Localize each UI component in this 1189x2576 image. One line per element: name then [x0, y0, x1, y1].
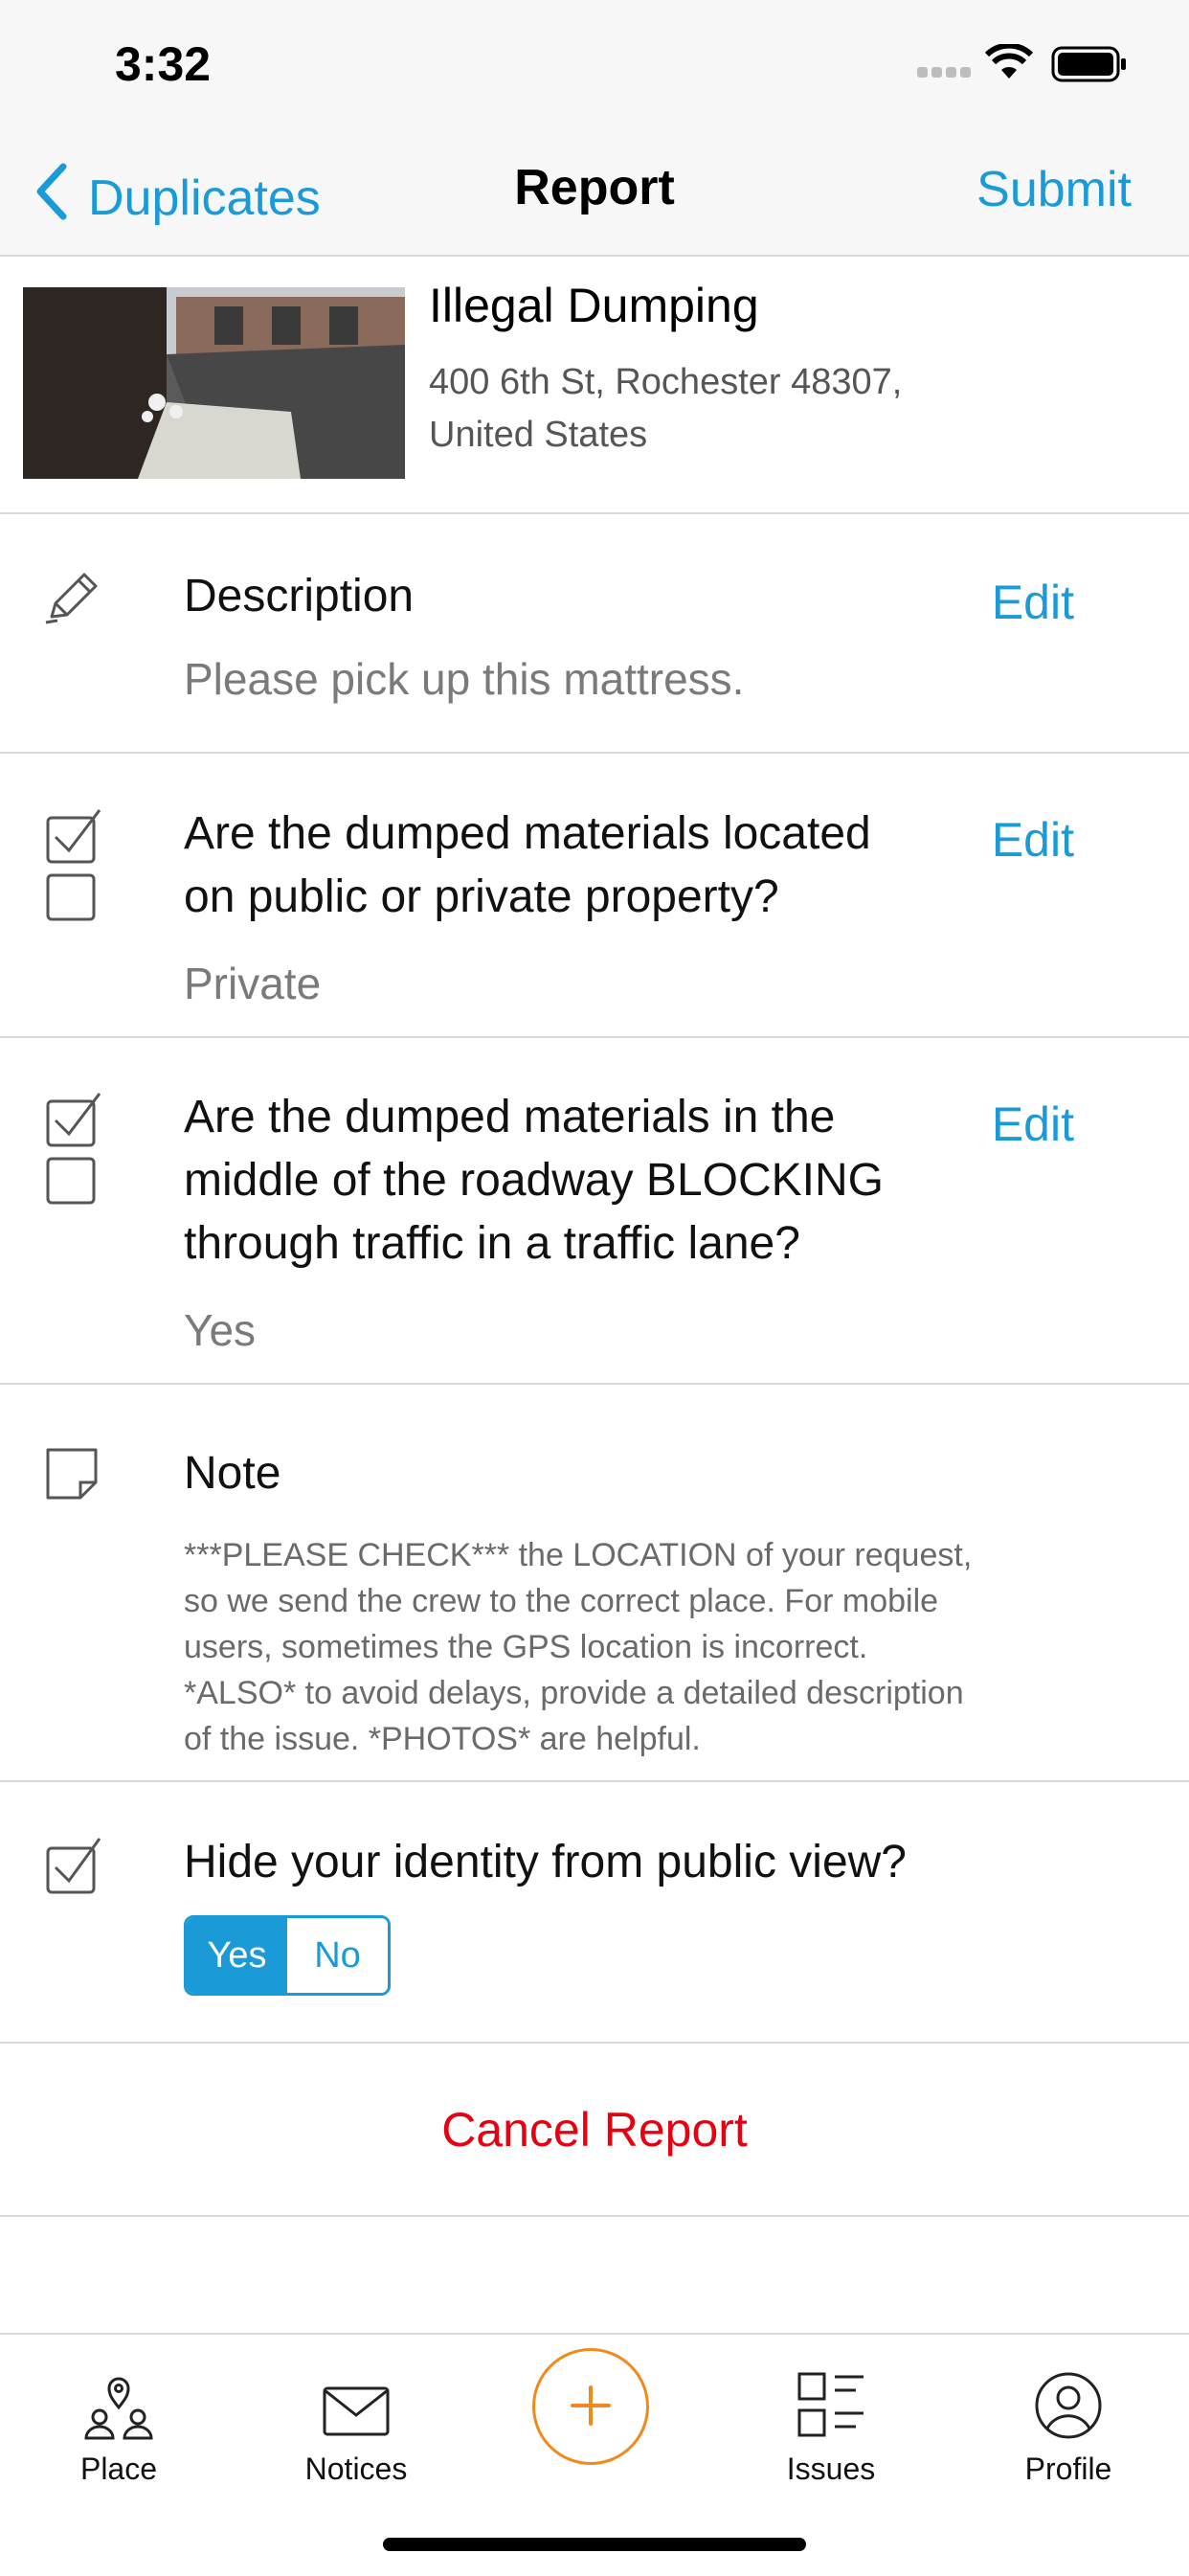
- question-blocking-label: Are the dumped materials in the middle o…: [184, 1086, 940, 1276]
- description-label: Description: [184, 571, 415, 621]
- note-line: so we send the crew to the correct place…: [184, 1583, 939, 1619]
- description-value: Please pick up this mattress.: [184, 654, 745, 704]
- question-line: through traffic in a traffic lane?: [184, 1218, 800, 1269]
- issues-list-icon: [735, 2335, 927, 2440]
- divider: [0, 752, 1189, 754]
- tab-profile[interactable]: Profile: [973, 2335, 1164, 2487]
- status-bar: 3:32: [0, 0, 1189, 134]
- question-line: on public or private property?: [184, 871, 779, 922]
- address-line: 400 6th St, Rochester 48307,: [429, 362, 903, 402]
- submit-button[interactable]: Submit: [976, 161, 1132, 218]
- signal-icon: [917, 63, 973, 83]
- add-report-button[interactable]: [532, 2348, 649, 2465]
- tab-label: Profile: [1024, 2452, 1112, 2486]
- hide-identity-no-option[interactable]: No: [287, 1918, 388, 1993]
- battery-icon: [1051, 46, 1128, 87]
- note-label: Note: [184, 1448, 281, 1499]
- question-blocking-value: Yes: [184, 1305, 257, 1355]
- tab-label: Issues: [786, 2452, 876, 2486]
- edit-blocking-button[interactable]: Edit: [992, 1096, 1074, 1152]
- hide-identity-label: Hide your identity from public view?: [184, 1837, 907, 1887]
- hide-identity-toggle: Yes No: [184, 1915, 391, 1996]
- tab-label: Notices: [304, 2452, 408, 2486]
- tab-notices[interactable]: Notices: [260, 2335, 452, 2487]
- tab-issues[interactable]: Issues: [735, 2335, 927, 2487]
- edit-property-button[interactable]: Edit: [992, 812, 1074, 868]
- envelope-icon: [260, 2335, 452, 2440]
- address-line: United States: [429, 415, 648, 455]
- navigation-bar: Duplicates Report Submit: [0, 134, 1189, 257]
- note-line: of the issue. *PHOTOS* are helpful.: [184, 1721, 701, 1757]
- checkbox-checked-icon: [42, 1833, 103, 1901]
- home-indicator: [383, 2538, 806, 2551]
- plus-icon: [567, 2368, 615, 2445]
- divider: [0, 1383, 1189, 1385]
- note-icon: [42, 1444, 101, 1508]
- issue-address: 400 6th St, Rochester 48307, United Stat…: [429, 356, 1042, 462]
- issue-title: Illegal Dumping: [429, 279, 759, 332]
- wifi-icon: [984, 42, 1034, 87]
- note-line: users, sometimes the GPS location is inc…: [184, 1629, 868, 1665]
- status-time: 3:32: [115, 37, 212, 91]
- tab-place[interactable]: Place: [23, 2335, 214, 2487]
- divider: [0, 2042, 1189, 2044]
- divider: [0, 2215, 1189, 2217]
- profile-icon: [973, 2335, 1164, 2440]
- divider: [0, 1036, 1189, 1038]
- note-line: *ALSO* to avoid delays, provide a detail…: [184, 1675, 964, 1711]
- edit-description-button[interactable]: Edit: [992, 575, 1074, 630]
- question-line: middle of the roadway BLOCKING: [184, 1155, 884, 1206]
- question-line: Are the dumped materials located: [184, 808, 871, 859]
- divider: [0, 1780, 1189, 1782]
- note-line: ***PLEASE CHECK*** the LOCATION of your …: [184, 1537, 973, 1573]
- hide-identity-yes-option[interactable]: Yes: [187, 1918, 287, 1993]
- question-line: Are the dumped materials in the: [184, 1092, 836, 1142]
- tab-label: Place: [79, 2452, 158, 2486]
- place-icon: [23, 2335, 214, 2440]
- question-property-label: Are the dumped materials located on publ…: [184, 802, 940, 929]
- note-text: ***PLEASE CHECK*** the LOCATION of your …: [184, 1532, 1074, 1762]
- checklist-icon: [42, 1090, 103, 1209]
- cancel-report-button[interactable]: Cancel Report: [0, 2102, 1189, 2158]
- issue-photo[interactable]: [23, 287, 405, 479]
- checklist-icon: [42, 806, 103, 926]
- question-property-value: Private: [184, 959, 322, 1008]
- divider: [0, 512, 1189, 514]
- pencil-icon: [42, 571, 101, 631]
